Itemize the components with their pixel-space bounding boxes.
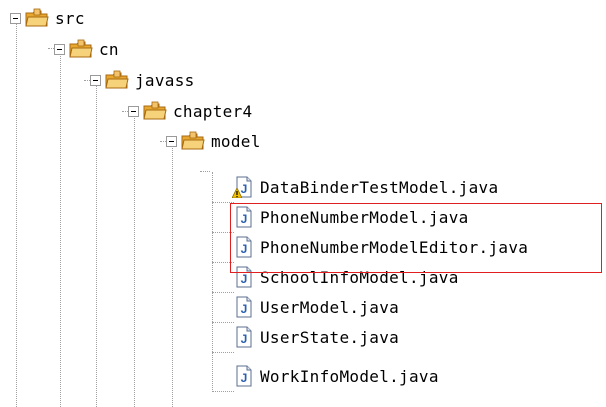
svg-text:J: J [241, 272, 248, 286]
tree-connector [212, 322, 234, 323]
tree-guide [134, 112, 135, 407]
tree-node-file[interactable]: J UserModel.java [234, 292, 399, 322]
tree-guide [212, 172, 213, 392]
package-folder-icon [69, 39, 93, 58]
tree-node-label: cn [99, 39, 119, 59]
tree-guide [16, 18, 17, 407]
svg-text:J: J [241, 332, 248, 346]
tree-connector [212, 391, 234, 392]
tree-connector [200, 171, 210, 172]
package-folder-icon [105, 70, 129, 89]
tree-guide [172, 142, 173, 407]
java-file-icon: J [236, 236, 252, 258]
tree-node-label: PhoneNumberModelEditor.java [260, 237, 529, 257]
collapse-toggle-icon[interactable] [90, 74, 101, 86]
warning-icon [232, 188, 242, 198]
tree-node-folder[interactable]: chapter4 [128, 96, 252, 126]
tree-connector [212, 232, 234, 233]
tree-guide [96, 82, 97, 407]
project-tree: src cn javass chapter4 model J DataBinde… [0, 0, 606, 407]
svg-text:J: J [241, 371, 248, 385]
tree-guide [60, 50, 61, 407]
tree-connector [212, 292, 234, 293]
tree-node-label: WorkInfoModel.java [260, 366, 439, 386]
tree-node-file[interactable]: J SchoolInfoModel.java [234, 262, 459, 292]
tree-node-folder[interactable]: cn [54, 34, 119, 64]
java-file-icon: J [236, 266, 252, 288]
tree-node-label: src [55, 8, 85, 28]
tree-node-file[interactable]: J PhoneNumberModelEditor.java [234, 232, 528, 262]
svg-text:J: J [241, 212, 248, 226]
tree-node-file[interactable]: J WorkInfoModel.java [234, 361, 439, 391]
package-folder-icon [143, 101, 167, 120]
tree-connector [212, 262, 234, 263]
tree-connector [212, 352, 234, 353]
tree-node-label: chapter4 [173, 101, 253, 121]
tree-node-folder[interactable]: src [10, 3, 85, 33]
tree-node-label: DataBinderTestModel.java [260, 177, 499, 197]
tree-connector [212, 202, 234, 203]
collapse-toggle-icon[interactable] [166, 135, 177, 147]
java-file-icon: J [236, 365, 252, 387]
java-file-icon: J [236, 326, 252, 348]
tree-node-folder[interactable]: javass [90, 65, 195, 95]
tree-node-file[interactable]: J PhoneNumberModel.java [234, 202, 469, 232]
java-file-icon: J [236, 206, 252, 228]
package-folder-icon [181, 131, 205, 150]
tree-node-folder[interactable]: model [166, 126, 261, 156]
svg-text:J: J [241, 242, 248, 256]
java-file-icon: J [236, 296, 252, 318]
collapse-toggle-icon[interactable] [128, 105, 139, 117]
package-folder-icon [25, 8, 49, 27]
tree-node-label: UserState.java [260, 327, 400, 347]
tree-node-label: javass [135, 70, 195, 90]
tree-node-label: model [211, 131, 261, 151]
tree-node-label: PhoneNumberModel.java [260, 207, 469, 227]
collapse-toggle-icon[interactable] [54, 43, 65, 55]
collapse-toggle-icon[interactable] [10, 12, 21, 24]
tree-node-label: UserModel.java [260, 297, 400, 317]
tree-node-label: SchoolInfoModel.java [260, 267, 459, 287]
tree-node-file[interactable]: J DataBinderTestModel.java [232, 172, 499, 202]
svg-text:J: J [241, 302, 248, 316]
tree-node-file[interactable]: J UserState.java [234, 322, 399, 352]
